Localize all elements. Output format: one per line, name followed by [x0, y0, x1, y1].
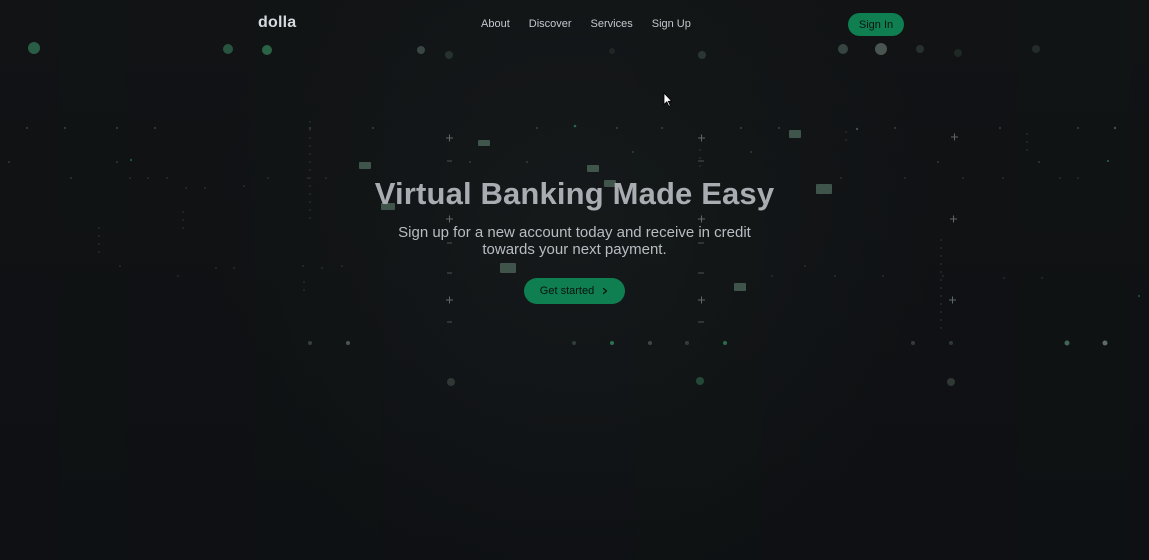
sign-in-button[interactable]: Sign In [848, 13, 904, 36]
top-navbar: dolla About Discover Services Sign Up Si… [0, 0, 1149, 48]
chevron-right-icon [603, 287, 608, 295]
primary-nav: About Discover Services Sign Up [481, 18, 691, 30]
get-started-button[interactable]: Get started [524, 278, 625, 304]
sign-in-button-label: Sign In [858, 18, 894, 31]
get-started-button-label: Get started [539, 285, 595, 297]
hero-section: Virtual Banking Made Easy Sign up for a … [0, 0, 1149, 560]
hero-title: Virtual Banking Made Easy [374, 176, 775, 211]
nav-link-discover[interactable]: Discover [529, 18, 572, 30]
nav-link-services[interactable]: Services [591, 18, 633, 30]
brand-logo[interactable]: dolla [258, 14, 296, 32]
mouse-cursor-icon [663, 92, 673, 107]
hero-subtitle: Sign up for a new account today and rece… [0, 224, 1149, 258]
hero-subtitle-line-1: Sign up for a new account today and rece… [398, 224, 751, 241]
nav-link-about[interactable]: About [481, 18, 510, 30]
landing-page: dolla About Discover Services Sign Up Si… [0, 0, 1149, 560]
nav-link-sign-up[interactable]: Sign Up [652, 18, 691, 30]
hero-subtitle-line-2: towards your next payment. [482, 241, 667, 258]
